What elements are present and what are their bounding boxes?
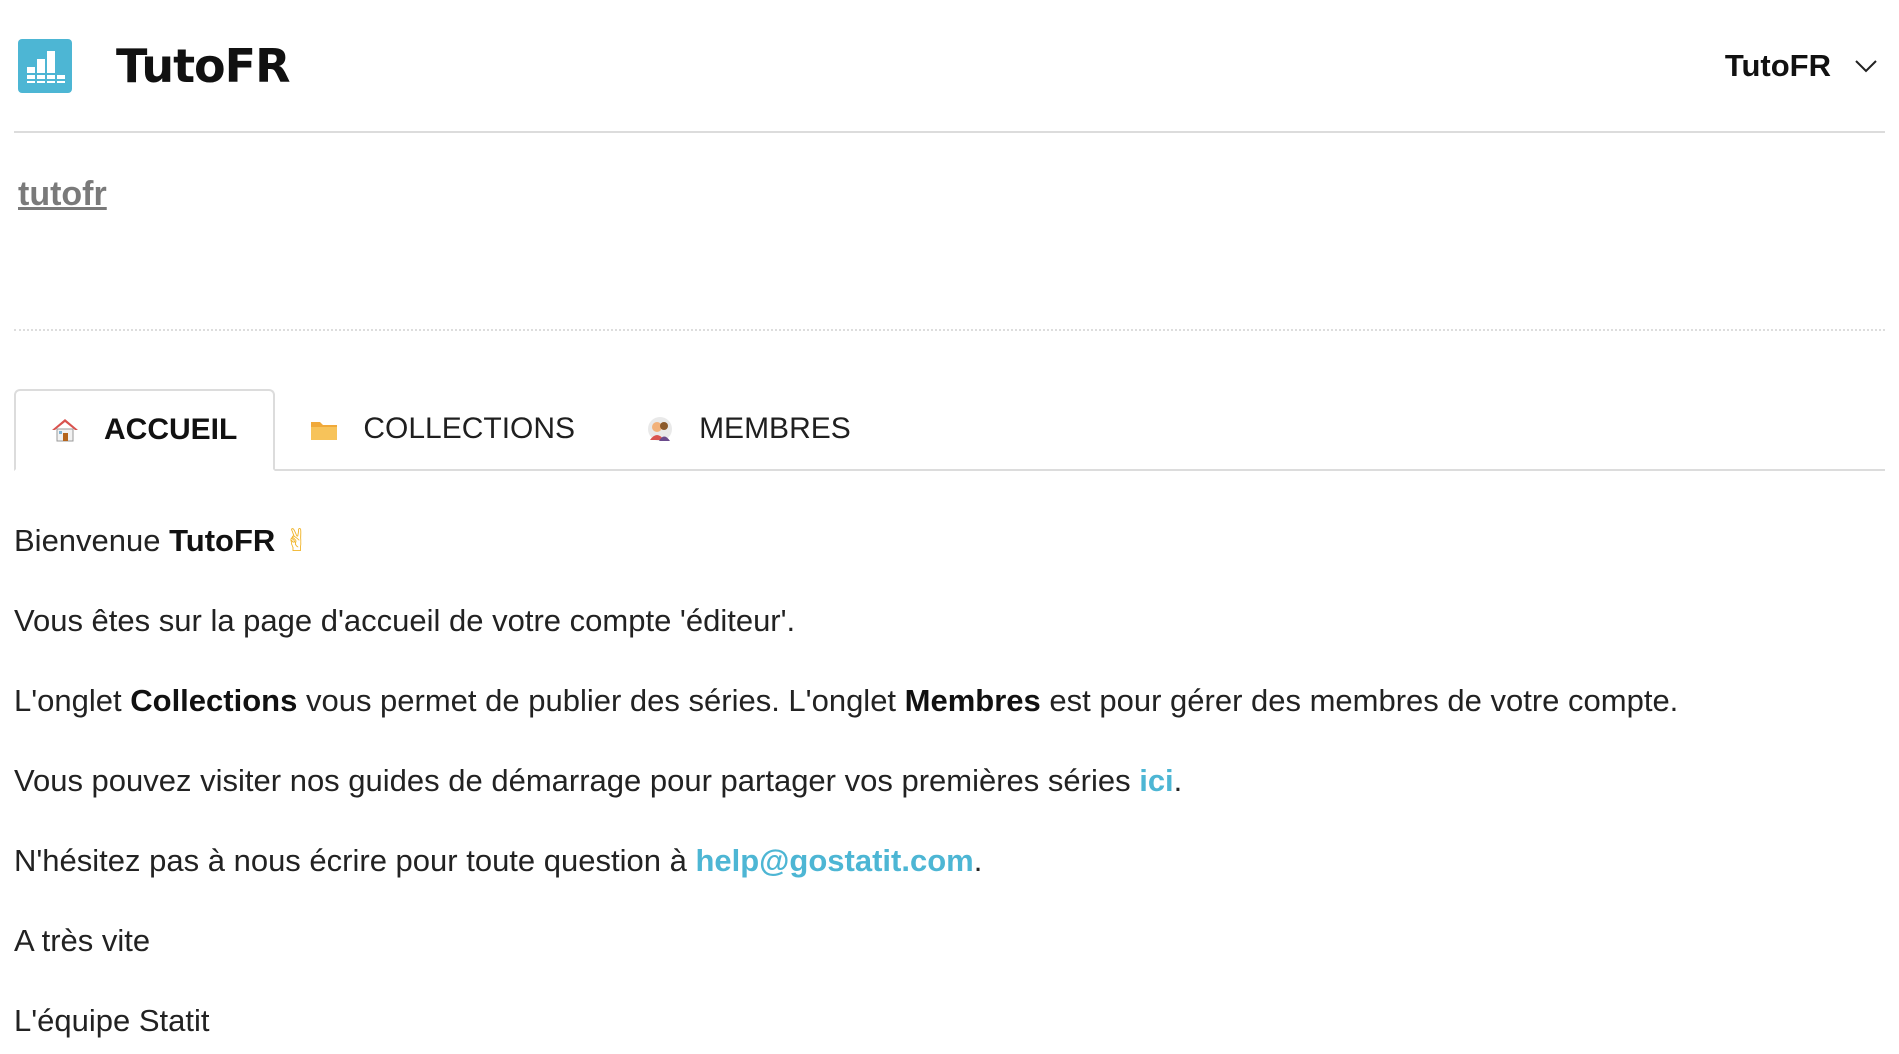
closing-line: A très vite (14, 923, 151, 958)
brand[interactable]: TutoFR (18, 38, 291, 93)
welcome-prefix: Bienvenue (14, 523, 170, 558)
text-span: . (1173, 763, 1183, 798)
text-span: vous permet de publier des séries. L'ong… (297, 683, 905, 718)
tab-membres[interactable]: MEMBRES (611, 389, 887, 469)
bar-chart-icon[interactable] (18, 38, 72, 93)
text-span: Vous pouvez visiter nos guides de démarr… (14, 763, 1140, 798)
tabs-explanation-line: L'onglet Collections vous permet de publ… (14, 681, 1885, 721)
membres-mention: Membres (904, 683, 1041, 718)
folder-icon (311, 422, 338, 440)
victory-hand-icon: ✌ (283, 523, 310, 558)
tab-accueil[interactable]: ACCUEIL (14, 389, 276, 471)
text-span: N'hésitez pas à nous écrire pour toute q… (14, 843, 696, 878)
tab-bar: ACCUEIL COLLECTIONS MEMBRES (14, 389, 1885, 471)
page: TutoFR TutoFR tutofr ACCUEIL COLLECTIONS… (0, 0, 1899, 1054)
guides-link[interactable]: ici (1139, 763, 1173, 798)
tab-collections[interactable]: COLLECTIONS (275, 389, 611, 469)
people-icon (648, 417, 673, 441)
tab-label: COLLECTIONS (363, 412, 576, 445)
intro-line: Vous êtes sur la page d'accueil de votre… (14, 603, 796, 638)
account-name[interactable]: TutoFR (1725, 48, 1831, 84)
brand-title[interactable]: TutoFR (116, 39, 291, 93)
chevron-down-icon[interactable] (1853, 53, 1879, 79)
text-span: . (973, 843, 983, 878)
welcome-content: Bienvenue TutoFR ✌ Vous êtes sur la page… (14, 471, 1885, 1041)
text-span: L'onglet (14, 683, 131, 718)
collections-mention: Collections (130, 683, 298, 718)
contact-line: N'hésitez pas à nous écrire pour toute q… (14, 841, 1885, 881)
tab-label: MEMBRES (699, 412, 851, 445)
organization-link[interactable]: tutofr (18, 175, 107, 213)
account-menu[interactable]: TutoFR (1725, 48, 1879, 84)
welcome-name: TutoFR (169, 523, 276, 558)
welcome-line: Bienvenue TutoFR ✌ (14, 521, 1885, 561)
tab-label: ACCUEIL (104, 413, 238, 446)
text-span: est pour gérer des membres de votre comp… (1040, 683, 1679, 718)
signature-line: L'équipe Statit (14, 1003, 210, 1038)
guides-line: Vous pouvez visiter nos guides de démarr… (14, 761, 1885, 801)
help-email-link[interactable]: help@gostatit.com (695, 843, 973, 878)
house-icon (52, 419, 78, 442)
top-header: TutoFR TutoFR (14, 0, 1885, 133)
organization-row: tutofr (14, 133, 1885, 331)
